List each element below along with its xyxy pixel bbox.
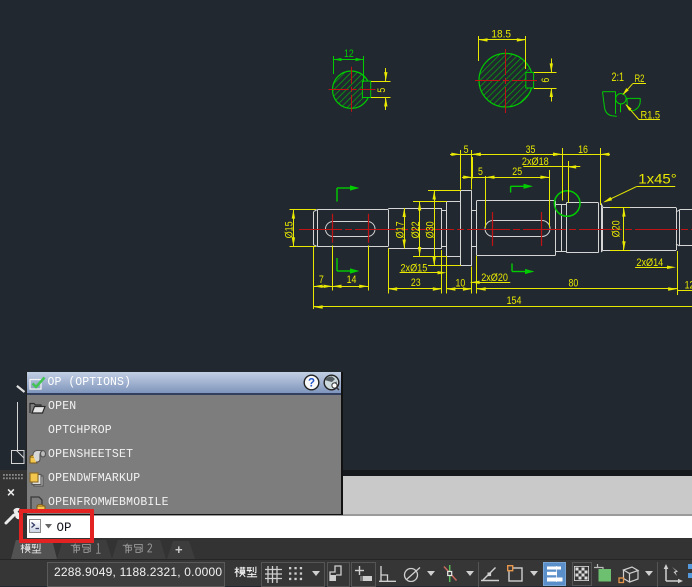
svg-text:25: 25	[512, 166, 522, 178]
svg-text:10: 10	[456, 278, 466, 290]
svg-text:154: 154	[507, 295, 522, 307]
svg-text:Ø15: Ø15	[284, 221, 296, 238]
svg-text:5: 5	[464, 144, 469, 156]
svg-text:35: 35	[526, 144, 536, 156]
svg-text:23: 23	[411, 277, 421, 289]
svg-text:7: 7	[319, 274, 324, 286]
svg-text:Ø30: Ø30	[425, 221, 437, 238]
svg-text:2:1: 2:1	[612, 72, 625, 84]
svg-text:1x45°: 1x45°	[638, 172, 677, 187]
svg-text:Ø22: Ø22	[410, 221, 422, 238]
svg-text:14: 14	[347, 274, 357, 286]
svg-text:80: 80	[569, 278, 579, 290]
svg-text:5: 5	[478, 166, 483, 178]
svg-text:Ø17: Ø17	[395, 221, 407, 238]
svg-text:?: ?	[308, 378, 315, 390]
svg-text:16: 16	[578, 144, 588, 156]
svg-text:18.5: 18.5	[491, 28, 511, 40]
svg-text:6: 6	[540, 78, 552, 83]
svg-text:12: 12	[685, 280, 692, 292]
svg-text:Ø20: Ø20	[611, 220, 623, 237]
svg-text:5: 5	[376, 88, 388, 93]
svg-text:12: 12	[344, 48, 354, 60]
